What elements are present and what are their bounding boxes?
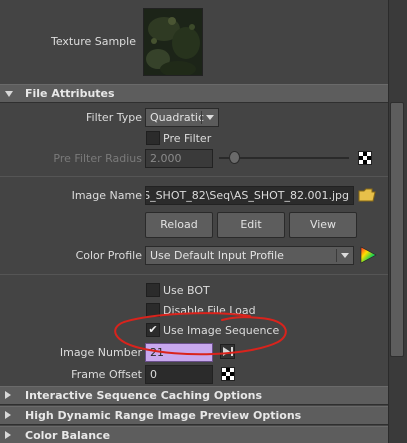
caching-options-header[interactable]: Interactive Sequence Caching Options <box>0 386 388 405</box>
use-bot-label: Use BOT <box>163 284 210 297</box>
collapse-triangle-icon[interactable] <box>5 91 13 97</box>
color-balance-title: Color Balance <box>25 429 111 442</box>
texture-sample-label: Texture Sample <box>50 35 136 48</box>
frame-offset-label: Frame Offset <box>71 368 142 381</box>
expand-triangle-icon[interactable] <box>5 431 11 439</box>
pre-filter-label: Pre Filter <box>163 132 212 145</box>
image-name-label: Image Name <box>71 189 142 202</box>
hdr-preview-title: High Dynamic Range Image Preview Options <box>25 409 302 422</box>
caching-options-title: Interactive Sequence Caching Options <box>25 389 263 402</box>
pre-filter-radius-slider-handle[interactable] <box>229 151 240 164</box>
use-bot-checkbox[interactable] <box>146 283 160 297</box>
checker-map-icon[interactable] <box>358 151 372 165</box>
folder-icon[interactable] <box>358 187 376 203</box>
image-name-value: \AS_SHOT_82\Seq\AS_SHOT_82.001.jpg <box>145 189 349 202</box>
file-attributes-header[interactable]: File Attributes <box>0 84 388 103</box>
divider <box>0 176 388 177</box>
scrollbar-thumb[interactable] <box>390 102 404 357</box>
annotation-circle <box>114 312 287 356</box>
color-balance-header[interactable]: Color Balance <box>0 426 388 443</box>
pre-filter-radius-label: Pre Filter Radius <box>53 152 142 165</box>
color-wheel-icon[interactable] <box>359 245 377 265</box>
attribute-editor-panel: Texture Sample File Attributes Filter Ty… <box>0 0 388 443</box>
expand-triangle-icon[interactable] <box>5 411 11 419</box>
hdr-preview-header[interactable]: High Dynamic Range Image Preview Options <box>0 406 388 425</box>
frame-offset-field[interactable]: 0 <box>145 365 213 384</box>
filter-type-label: Filter Type <box>85 111 142 124</box>
reload-button[interactable]: Reload <box>145 212 213 238</box>
pre-filter-radius-field[interactable]: 2.000 <box>145 149 213 168</box>
chevron-down-icon <box>206 115 214 120</box>
filter-type-dropdown[interactable]: Quadratic <box>145 108 219 127</box>
pre-filter-checkbox[interactable] <box>146 131 160 145</box>
dropdown-separator <box>336 249 337 262</box>
divider <box>0 274 388 275</box>
edit-button[interactable]: Edit <box>217 212 285 238</box>
view-button[interactable]: View <box>289 212 357 238</box>
expand-triangle-icon[interactable] <box>5 391 11 399</box>
color-profile-label: Color Profile <box>75 249 142 262</box>
chevron-down-icon <box>341 253 349 258</box>
file-attributes-title: File Attributes <box>25 87 115 100</box>
dropdown-separator <box>201 111 202 124</box>
filter-type-value: Quadratic <box>150 111 205 124</box>
color-profile-value: Use Default Input Profile <box>150 249 284 262</box>
checker-map-icon[interactable] <box>221 367 235 381</box>
color-profile-dropdown[interactable]: Use Default Input Profile <box>145 246 354 265</box>
image-name-field[interactable]: \AS_SHOT_82\Seq\AS_SHOT_82.001.jpg <box>145 186 354 205</box>
texture-sample-swatch <box>143 8 203 76</box>
